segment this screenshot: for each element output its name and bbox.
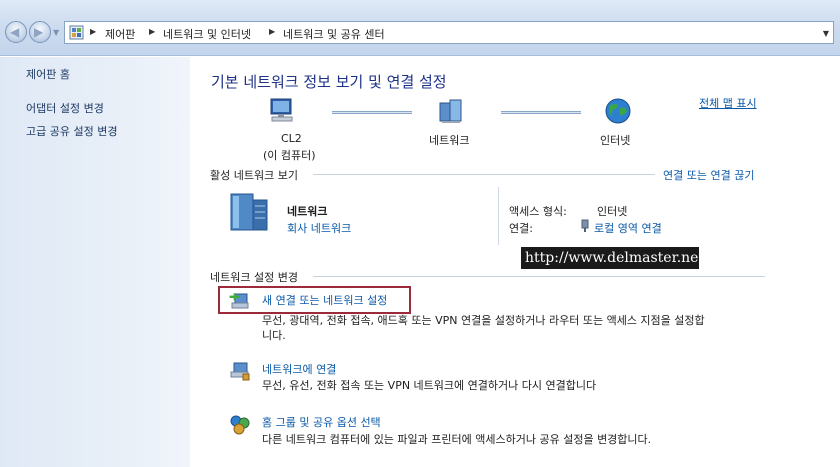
active-network-name: 네트워크 [287,205,328,218]
task-pane: 제어판 홈 어댑터 설정 변경 고급 공유 설정 변경 [0,57,190,467]
breadcrumb-separator-icon[interactable]: ▶ [90,27,96,36]
homegroup-sharing-options-description: 다른 네트워크 컴퓨터에 있는 파일과 프린터에 액세스하거나 공유 설정을 변… [262,433,652,446]
setup-new-connection-description-cont: 니다. [262,329,286,342]
breadcrumb-separator-icon[interactable]: ▶ [149,27,155,36]
connections-label: 연결: [509,222,533,235]
active-networks-heading: 활성 네트워크 보기 [210,169,298,182]
recent-pages-chevron-icon[interactable]: ▼ [53,28,59,37]
network-location-link[interactable]: 회사 네트워크 [287,220,351,236]
ethernet-adapter-icon [581,219,589,232]
address-dropdown-icon[interactable]: ▼ [823,29,829,38]
homegroup-sharing-options-link[interactable]: 홈 그룹 및 공유 옵션 선택 [262,414,381,430]
breadcrumb-control-panel[interactable]: 제어판 [105,26,135,42]
network-icon [439,99,462,123]
computer-icon [270,98,293,122]
connect-to-network-icon[interactable] [229,360,251,382]
change-settings-heading: 네트워크 설정 변경 [210,271,298,284]
forward-button[interactable]: ▶ [29,21,51,43]
access-type-label: 액세스 형식: [509,205,567,218]
back-button[interactable]: ◀ [5,21,27,43]
map-connection-line [501,111,581,114]
page-title: 기본 네트워크 정보 보기 및 연결 설정 [211,73,447,91]
new-connection-icon[interactable] [229,291,251,313]
address-toolbar: ◀ ▶ ▼ ▶ 제어판 ▶ 네트워크 및 인터넷 ▶ 네트워크 및 공유 센터 … [0,0,840,56]
breadcrumb-separator-icon[interactable]: ▶ [269,27,275,36]
network-node-label: 네트워크 [429,134,470,147]
work-network-icon[interactable] [227,190,271,234]
map-connection-line [332,111,412,114]
see-full-map-link[interactable]: 전체 맵 표시 [699,95,757,111]
control-panel-icon [69,25,84,40]
internet-node-label: 인터넷 [600,134,631,147]
breadcrumb-network-internet[interactable]: 네트워크 및 인터넷 [163,26,251,42]
address-bar[interactable]: ▶ 제어판 ▶ 네트워크 및 인터넷 ▶ 네트워크 및 공유 센터 ▼ [64,21,834,44]
vertical-divider [498,187,499,245]
connect-disconnect-link[interactable]: 연결 또는 연결 끊기 [663,167,754,183]
computer-subtitle: (이 컴퓨터) [263,149,316,162]
control-panel-home-link[interactable]: 제어판 홈 [26,66,70,82]
section-divider [313,174,655,175]
breadcrumb-network-sharing-center[interactable]: 네트워크 및 공유 센터 [283,26,385,42]
watermark-overlay: http://www.delmaster.net [521,247,704,269]
computer-name: CL2 [281,132,302,145]
back-arrow-icon: ◀ [10,25,20,39]
access-type-value: 인터넷 [597,205,628,218]
setup-new-connection-description: 무선, 광대역, 전화 접속, 애드혹 또는 VPN 연결을 설정하거나 라우터… [262,314,705,327]
advanced-sharing-settings-link[interactable]: 고급 공유 설정 변경 [26,123,117,139]
forward-arrow-icon: ▶ [34,25,44,39]
setup-new-connection-link[interactable]: 새 연결 또는 네트워크 설정 [262,292,387,308]
change-adapter-settings-link[interactable]: 어댑터 설정 변경 [26,100,104,116]
homegroup-sharing-icon[interactable] [229,413,251,435]
local-area-connection-link[interactable]: 로컬 영역 연결 [594,220,662,236]
main-content: 기본 네트워크 정보 보기 및 연결 설정 전체 맵 표시 CL2 (이 컴퓨터… [191,57,840,467]
section-divider [313,276,765,277]
connect-to-network-description: 무선, 유선, 전화 접속 또는 VPN 네트워크에 연결하거나 다시 연결합니… [262,379,597,392]
internet-globe-icon [605,98,631,124]
connect-to-network-link[interactable]: 네트워크에 연결 [262,361,336,377]
